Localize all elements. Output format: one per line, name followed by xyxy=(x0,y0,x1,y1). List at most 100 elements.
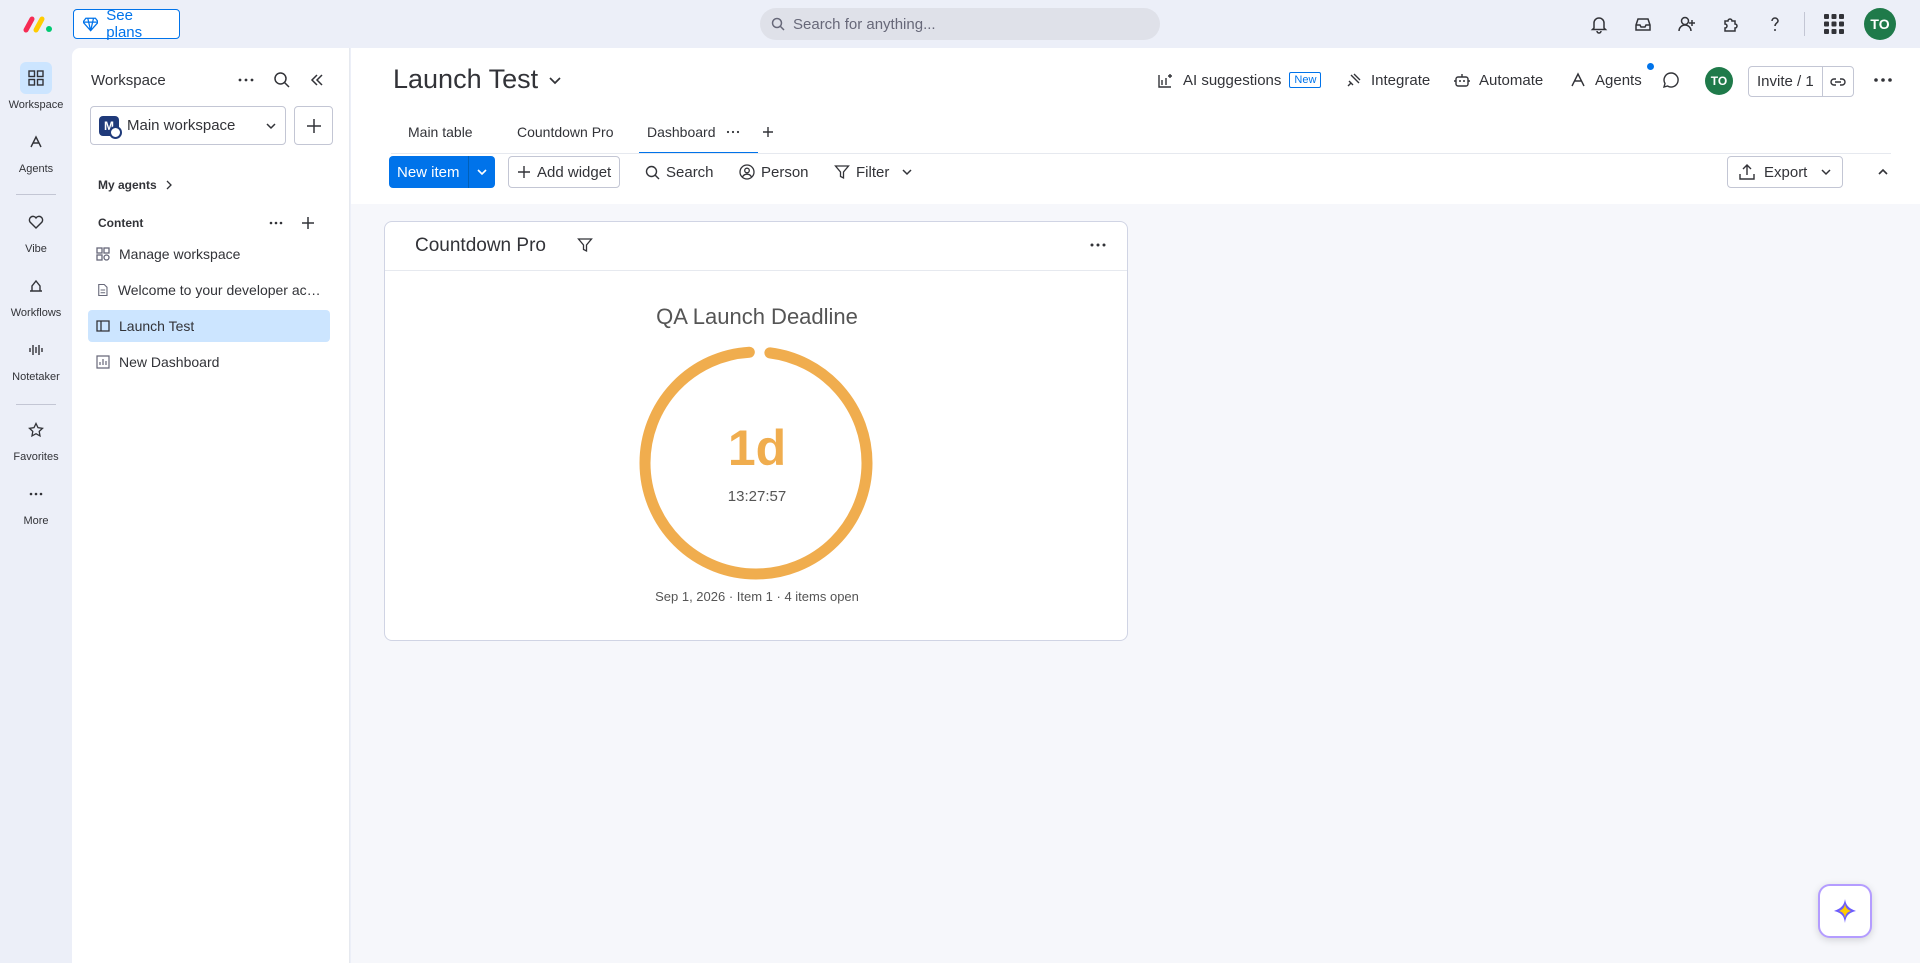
agents-button[interactable]: Agents xyxy=(1569,68,1642,92)
ai-sparkle-icon xyxy=(1834,899,1856,923)
add-to-workspace-button[interactable] xyxy=(294,106,333,145)
my-agents-label: My agents xyxy=(98,178,157,192)
help-icon[interactable] xyxy=(1763,12,1787,36)
tree-item-label: Manage workspace xyxy=(119,246,241,262)
waveform-icon xyxy=(20,334,52,366)
automate-label: Automate xyxy=(1479,71,1544,89)
rail-item-favorites[interactable]: Favorites xyxy=(0,414,72,463)
apps-puzzle-icon[interactable] xyxy=(1719,12,1743,36)
workspace-grid-icon xyxy=(20,62,52,94)
ai-assistant-button[interactable] xyxy=(1818,884,1872,938)
widget-menu-icon[interactable] xyxy=(1089,236,1107,254)
widget-filter-icon[interactable] xyxy=(577,237,593,253)
invite-button[interactable]: Invite / 1 xyxy=(1749,67,1823,96)
search-icon xyxy=(645,165,660,179)
search-placeholder: Search for anything... xyxy=(793,15,936,33)
board-icon xyxy=(96,320,110,332)
rail-item-vibe[interactable]: Vibe xyxy=(0,206,72,255)
new-item-button[interactable]: New item xyxy=(389,156,469,188)
plus-icon xyxy=(306,118,321,133)
tree-item-welcome-doc[interactable]: Welcome to your developer account xyxy=(88,274,330,306)
plus-icon xyxy=(518,166,530,178)
board-user-avatar[interactable]: TO xyxy=(1705,67,1733,95)
bell-icon[interactable] xyxy=(1587,12,1611,36)
workspace-badge: M xyxy=(99,115,122,139)
add-widget-button[interactable]: Add widget xyxy=(508,156,621,188)
search-icon xyxy=(771,17,785,31)
rail-item-notetaker[interactable]: Notetaker xyxy=(0,334,72,383)
more-dots-icon xyxy=(20,478,52,510)
tree-item-new-dashboard[interactable]: New Dashboard xyxy=(88,346,330,378)
apps-grid-icon[interactable] xyxy=(1822,12,1846,36)
tree-item-launch-test[interactable]: Launch Test xyxy=(88,310,330,342)
workspace-settings-icon xyxy=(96,247,110,261)
collapse-header-icon[interactable] xyxy=(1869,156,1897,188)
content-section-label: Content xyxy=(98,216,144,230)
board-more-icon[interactable] xyxy=(1873,68,1893,92)
board-title[interactable]: Launch Test xyxy=(393,64,562,95)
user-avatar[interactable]: TO xyxy=(1864,8,1896,40)
see-plans-label: See plans xyxy=(106,7,143,41)
chevron-down-icon xyxy=(549,76,561,84)
tab-main-table[interactable]: Main table xyxy=(408,118,473,146)
workspace-search-icon[interactable] xyxy=(270,68,294,92)
copy-link-icon[interactable] xyxy=(1823,67,1853,96)
tab-countdown-pro[interactable]: Countdown Pro xyxy=(517,118,614,146)
automate-button[interactable]: Automate xyxy=(1453,68,1543,92)
countdown-footer: Sep 1, 2026 · Item 1 · 4 items open xyxy=(655,589,859,604)
rail-label: Workspace xyxy=(8,99,64,111)
person-filter-button[interactable]: Person xyxy=(731,156,817,188)
search-label: Search xyxy=(666,163,714,181)
content-add-icon[interactable] xyxy=(296,211,320,235)
tree-item-manage-workspace[interactable]: Manage workspace xyxy=(88,238,330,270)
collapse-panel-icon[interactable] xyxy=(305,68,329,92)
star-icon xyxy=(20,414,52,446)
invite-members-icon[interactable] xyxy=(1675,12,1699,36)
widget-title: Countdown Pro xyxy=(415,235,546,256)
global-search-input[interactable]: Search for anything... xyxy=(760,8,1160,40)
rail-label: Agents xyxy=(18,163,54,175)
rail-label: Notetaker xyxy=(12,371,60,383)
add-view-icon[interactable] xyxy=(762,118,774,146)
filter-dropdown-icon[interactable] xyxy=(893,156,921,188)
tree-item-label: Launch Test xyxy=(119,318,195,334)
ai-suggestions-button[interactable]: AI suggestions New xyxy=(1157,68,1322,92)
agents-icon xyxy=(1571,72,1585,87)
search-button[interactable]: Search xyxy=(637,156,722,188)
add-widget-label: Add widget xyxy=(537,163,612,181)
see-plans-button[interactable]: See plans xyxy=(73,7,180,41)
new-item-dropdown-icon[interactable] xyxy=(468,156,495,188)
integrate-button[interactable]: Integrate xyxy=(1345,68,1430,92)
rail-item-more[interactable]: More xyxy=(0,478,72,527)
tab-dashboard[interactable]: Dashboard xyxy=(639,118,757,154)
rail-divider xyxy=(16,404,56,405)
dashboard-icon xyxy=(96,355,110,369)
rail-item-workspace[interactable]: Workspace xyxy=(0,62,72,111)
board-toolbar: New item Add widget Search Person Filter… xyxy=(351,154,1920,204)
export-icon xyxy=(1739,164,1755,180)
ai-sparkle-board-icon xyxy=(1158,74,1172,88)
agents-label: Agents xyxy=(1595,71,1642,89)
export-button[interactable]: Export xyxy=(1727,156,1843,188)
content-options-icon[interactable] xyxy=(264,211,288,235)
tab-label: Countdown Pro xyxy=(517,124,614,140)
my-agents-link[interactable]: My agents xyxy=(98,178,173,192)
workspace-selector[interactable]: M Main workspace xyxy=(90,106,286,145)
workspace-options-icon[interactable] xyxy=(234,68,258,92)
tree-item-label: New Dashboard xyxy=(119,354,220,370)
filter-button[interactable]: Filter xyxy=(826,156,897,188)
robot-icon xyxy=(1454,74,1470,87)
heart-icon xyxy=(20,206,52,238)
inbox-icon[interactable] xyxy=(1631,12,1655,36)
rail-divider xyxy=(16,194,56,195)
new-badge: New xyxy=(1289,72,1322,88)
rail-item-workflows[interactable]: Workflows xyxy=(0,270,72,319)
rail-label: Workflows xyxy=(10,307,62,319)
monday-logo[interactable] xyxy=(22,12,54,36)
board-title-text: Launch Test xyxy=(393,64,539,94)
tab-options-icon[interactable] xyxy=(726,125,740,139)
workspace-selector-label: Main workspace xyxy=(127,117,236,134)
rail-item-agents[interactable]: Agents xyxy=(0,126,72,175)
updates-chat-icon[interactable] xyxy=(1661,68,1681,92)
document-icon xyxy=(98,283,108,297)
